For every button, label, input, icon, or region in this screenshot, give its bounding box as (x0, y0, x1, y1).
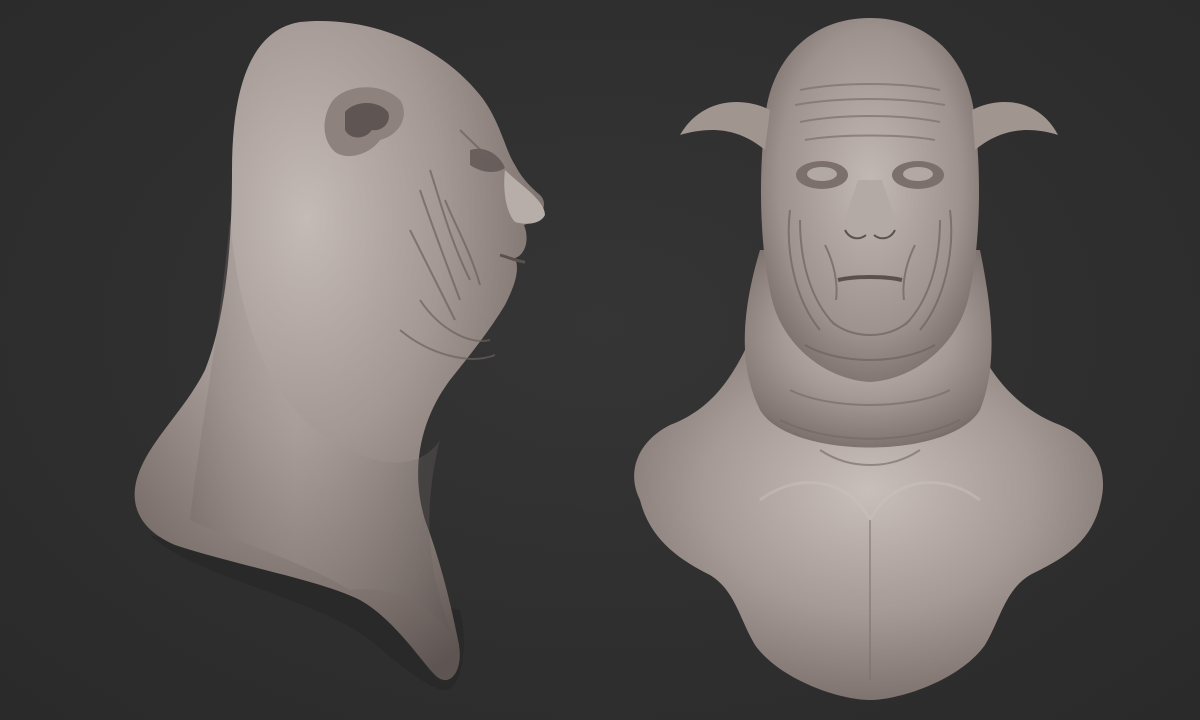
sculpt-viewport[interactable] (0, 0, 1200, 720)
front-eyeball-left (807, 167, 837, 181)
front-ear-left (680, 102, 770, 150)
front-ear-right (972, 102, 1058, 150)
front-bust (634, 18, 1104, 700)
front-eyeball-right (903, 167, 933, 181)
